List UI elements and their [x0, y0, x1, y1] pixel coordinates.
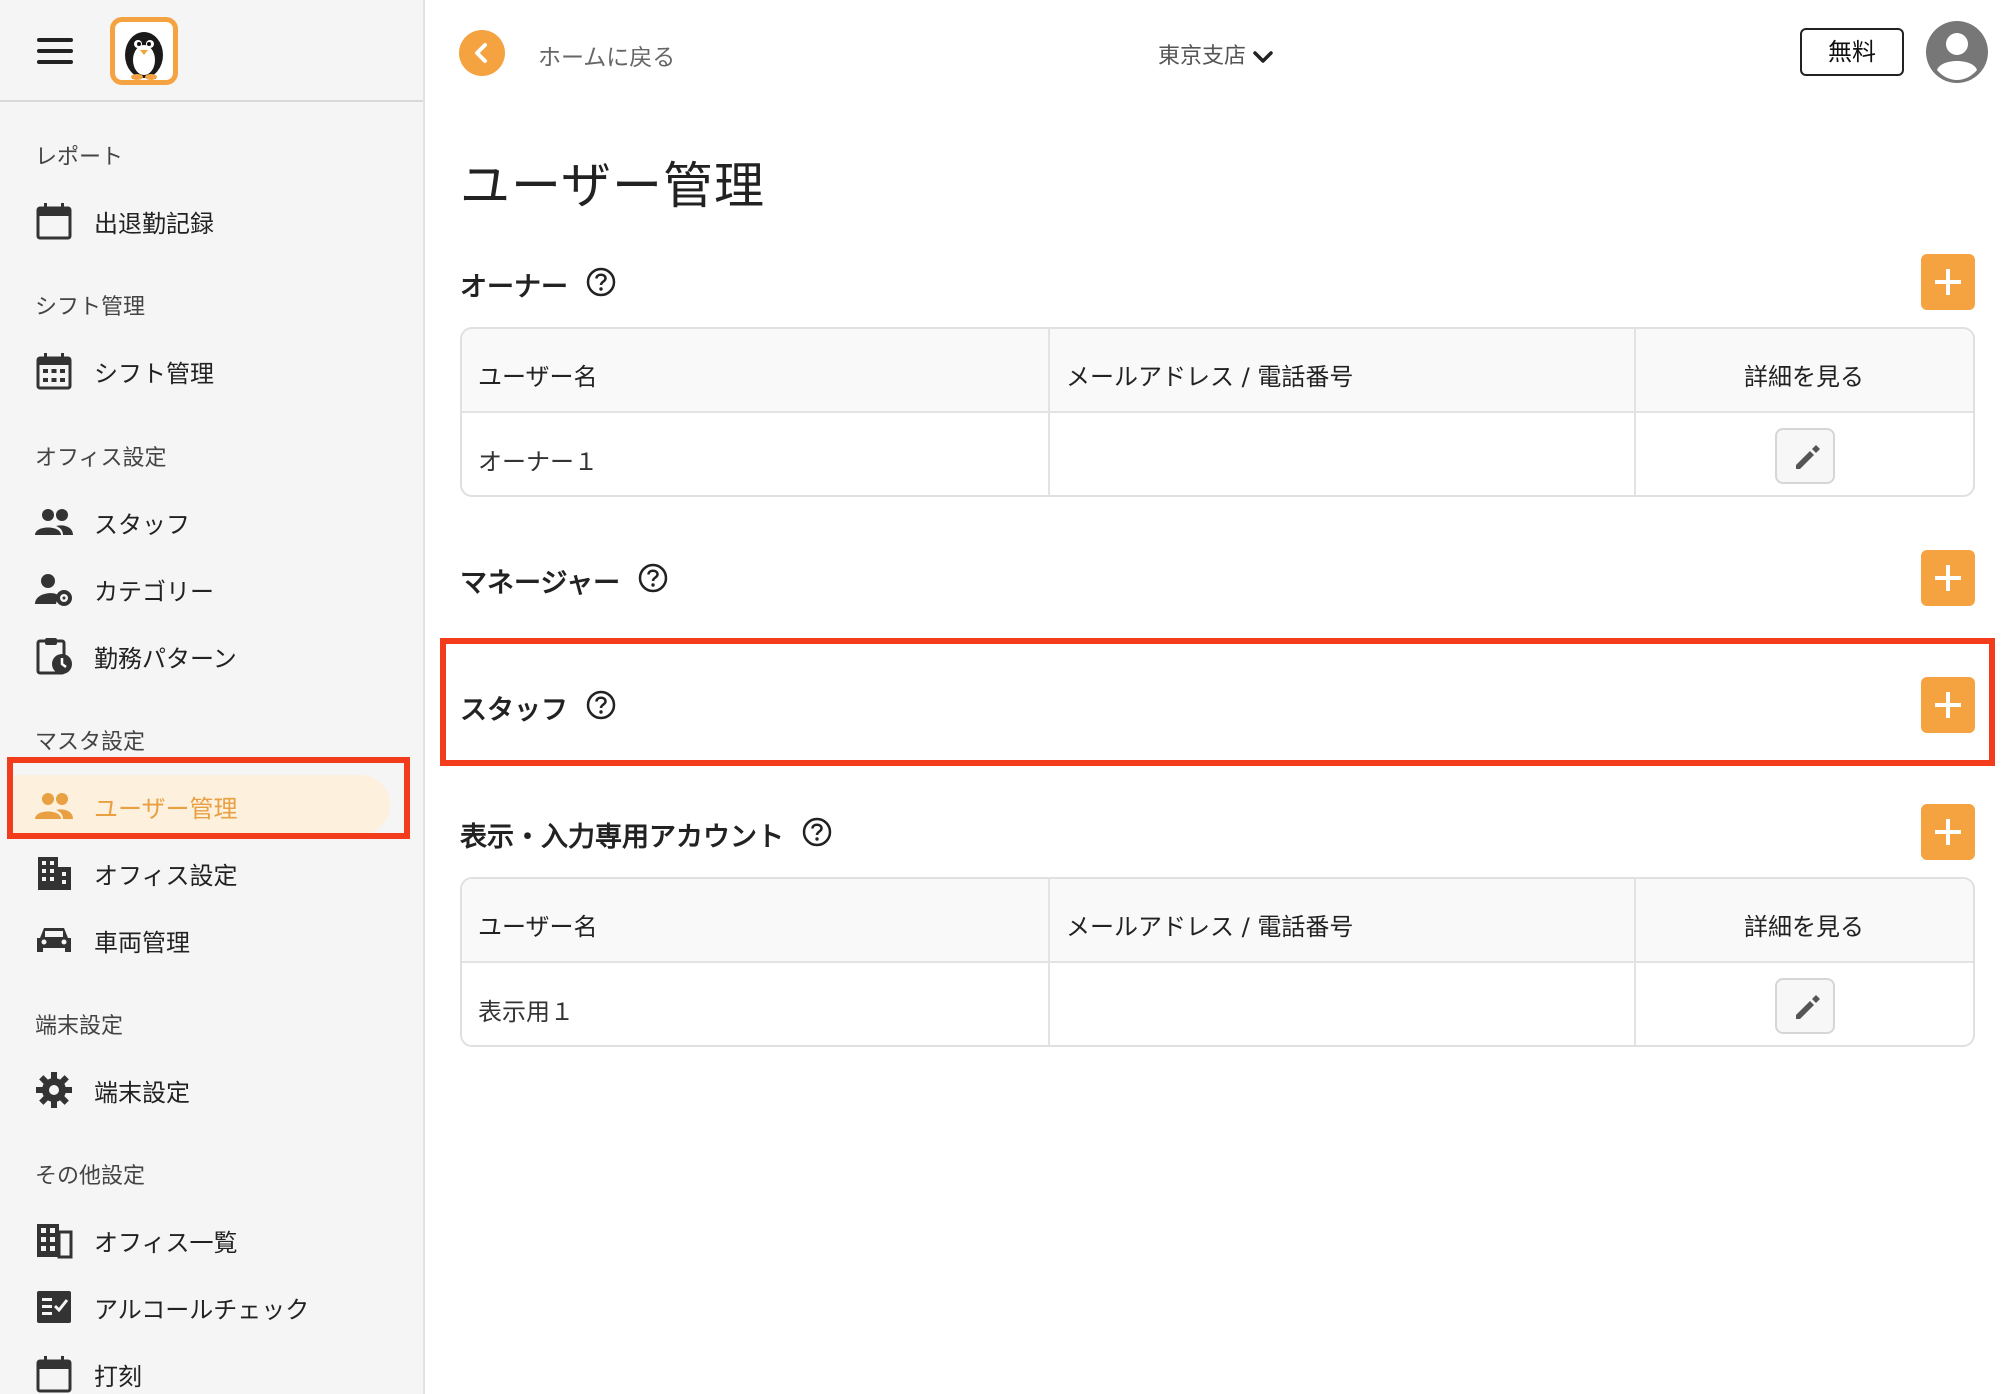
help-icon[interactable]	[638, 563, 668, 600]
sidebar-item-label: オフィス一覧	[94, 1229, 238, 1257]
edit-button[interactable]	[1775, 428, 1835, 484]
owner-table: ユーザー名 メールアドレス / 電話番号 詳細を見る オーナー１	[460, 327, 1975, 497]
section-title-text: 表示・入力専用アカウント	[460, 822, 784, 853]
calendar-grid-icon	[34, 351, 74, 391]
sidebar-item-label: カテゴリー	[94, 578, 214, 606]
sidebar-item-shift[interactable]: シフト管理	[0, 340, 423, 400]
column-header-username: ユーザー名	[478, 913, 598, 941]
section-label-device: 端末設定	[35, 1014, 124, 1039]
people-icon	[34, 786, 74, 826]
section-title-manager: マネージャー	[460, 561, 668, 600]
plus-icon	[1935, 692, 1961, 718]
pencil-icon	[1796, 445, 1820, 469]
view-account-table: ユーザー名 メールアドレス / 電話番号 詳細を見る 表示用１	[460, 877, 1975, 1047]
sidebar-item-label: 打刻	[94, 1363, 142, 1391]
chevron-left-icon	[475, 43, 487, 63]
person-gear-icon	[34, 569, 74, 609]
menu-icon[interactable]	[37, 38, 73, 64]
sidebar-item-office-settings[interactable]: オフィス設定	[0, 842, 423, 902]
calendar-icon	[34, 201, 74, 241]
sidebar-item-device-settings[interactable]: 端末設定	[0, 1059, 423, 1119]
car-icon	[34, 920, 74, 960]
sidebar-item-clock-in[interactable]: 打刻	[0, 1343, 423, 1394]
sidebar-item-alcohol-check[interactable]: アルコールチェック	[0, 1276, 423, 1336]
office-list-icon	[34, 1220, 74, 1260]
plus-icon	[1935, 565, 1961, 591]
add-staff-button[interactable]	[1921, 677, 1975, 733]
section-title-text: マネージャー	[460, 568, 621, 599]
column-header-contact: メールアドレス / 電話番号	[1066, 363, 1354, 391]
highlight-box-staff	[440, 638, 1995, 766]
sidebar-item-label: アルコールチェック	[94, 1296, 310, 1324]
sidebar-item-user-management[interactable]: ユーザー管理	[0, 775, 423, 835]
penguin-logo	[110, 17, 178, 85]
sidebar-item-work-pattern[interactable]: 勤務パターン	[0, 625, 423, 685]
sidebar-item-label: シフト管理	[94, 360, 214, 388]
section-label-report: レポート	[35, 145, 124, 170]
edit-button[interactable]	[1775, 978, 1835, 1034]
column-header-contact: メールアドレス / 電話番号	[1066, 913, 1354, 941]
section-title-text: オーナー	[460, 272, 568, 303]
section-title-view-accounts: 表示・入力専用アカウント	[460, 815, 832, 854]
sidebar-item-staff[interactable]: スタッフ	[0, 491, 423, 551]
plan-badge[interactable]: 無料	[1800, 28, 1904, 76]
sidebar-item-office-list[interactable]: オフィス一覧	[0, 1209, 423, 1269]
store-name: 東京支店	[1158, 44, 1247, 69]
help-icon[interactable]	[586, 267, 616, 304]
help-icon[interactable]	[802, 817, 832, 854]
checklist-icon	[34, 1287, 74, 1327]
section-label-master: マスタ設定	[35, 730, 146, 755]
sidebar: レポート 出退勤記録 シフト管理 シフト管理 オフィス設定 スタッフ カテゴリー…	[0, 0, 425, 1394]
section-title-staff: スタッフ	[460, 688, 616, 727]
sidebar-item-vehicles[interactable]: 車両管理	[0, 909, 423, 969]
column-header-details: 詳細を見る	[1744, 363, 1864, 391]
clipboard-clock-icon	[34, 636, 74, 676]
building-icon	[34, 853, 74, 893]
calendar-icon	[34, 1354, 74, 1394]
back-button[interactable]	[459, 30, 505, 76]
sidebar-item-label: 出退勤記録	[94, 210, 214, 238]
section-label-office-settings: オフィス設定	[35, 446, 167, 471]
store-selector[interactable]: 東京支店	[1158, 38, 1274, 70]
sidebar-item-category[interactable]: カテゴリー	[0, 558, 423, 618]
add-manager-button[interactable]	[1921, 550, 1975, 606]
chevron-down-icon	[1253, 51, 1273, 63]
sidebar-item-label: 車両管理	[94, 929, 190, 957]
section-label-shift: シフト管理	[35, 295, 146, 320]
plus-icon	[1935, 819, 1961, 845]
plus-icon	[1935, 269, 1961, 295]
sidebar-item-attendance[interactable]: 出退勤記録	[0, 190, 423, 250]
table-cell-username: オーナー１	[478, 448, 598, 476]
add-view-account-button[interactable]	[1921, 804, 1975, 860]
account-avatar[interactable]	[1925, 20, 1989, 84]
section-title-owner: オーナー	[460, 265, 616, 304]
sidebar-item-label: 勤務パターン	[94, 645, 237, 673]
account-circle-icon	[1926, 21, 1988, 83]
page-title: ユーザー管理	[460, 157, 765, 215]
table-cell-username: 表示用１	[478, 998, 574, 1026]
pencil-icon	[1796, 995, 1820, 1019]
back-to-home-link[interactable]: ホームに戻る	[538, 38, 675, 72]
people-icon	[34, 502, 74, 542]
add-owner-button[interactable]	[1921, 254, 1975, 310]
sidebar-item-label: スタッフ	[94, 511, 190, 539]
sidebar-header	[0, 0, 423, 102]
section-title-text: スタッフ	[460, 695, 568, 726]
gear-icon	[34, 1070, 74, 1110]
sidebar-item-label: 端末設定	[94, 1079, 190, 1107]
sidebar-item-label: オフィス設定	[94, 862, 238, 890]
column-header-details: 詳細を見る	[1744, 913, 1864, 941]
help-icon[interactable]	[586, 690, 616, 727]
sidebar-item-label: ユーザー管理	[94, 795, 238, 823]
column-header-username: ユーザー名	[478, 363, 598, 391]
section-label-other: その他設定	[35, 1164, 146, 1189]
